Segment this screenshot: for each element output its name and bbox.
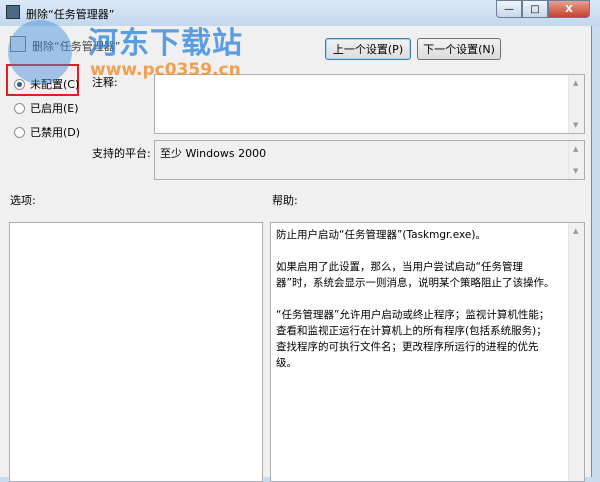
watermark-url: www.pc0359.cn — [90, 60, 241, 80]
platform-field: 至少 Windows 2000 ▲ ▼ — [154, 140, 585, 180]
scrollbar[interactable]: ▲ — [568, 223, 584, 481]
watermark-name: 河东下载站 — [88, 26, 243, 61]
radio-label: 已启用(E) — [30, 102, 79, 115]
minimize-button[interactable]: — — [496, 0, 522, 18]
policy-icon — [6, 5, 20, 19]
maximize-button[interactable]: □ — [522, 0, 548, 18]
scrollbar[interactable]: ▲ ▼ — [568, 141, 584, 179]
radio-enabled[interactable]: 已启用(E) — [14, 100, 79, 116]
dialog-body: 删除“任务管理器” 上一个设置(P) 下一个设置(N) 未配置(C) 已启用(E… — [0, 26, 592, 482]
radio-label: 已禁用(D) — [30, 126, 81, 139]
help-paragraph: 如果启用了此设置，那么，当用户尝试启动“任务管理器”时，系统会显示一则消息，说明… — [276, 261, 555, 289]
radio-disabled[interactable]: 已禁用(D) — [14, 124, 80, 140]
prev-setting-button[interactable]: 上一个设置(P) — [325, 38, 411, 60]
next-setting-button[interactable]: 下一个设置(N) — [417, 38, 501, 60]
help-label: 帮助: — [272, 194, 298, 207]
platform-label: 支持的平台: — [92, 147, 151, 160]
scrollbar[interactable]: ▲ ▼ — [568, 75, 584, 133]
options-label: 选项: — [10, 194, 36, 207]
comment-input[interactable]: ▲ ▼ — [154, 74, 585, 134]
help-paragraph: “任务管理器”允许用户启动或终止程序；监视计算机性能；查看和监视正运行在计算机上… — [276, 309, 550, 369]
options-panel — [9, 222, 263, 482]
platform-value: 至少 Windows 2000 — [160, 147, 267, 160]
close-button[interactable]: X — [548, 0, 590, 18]
help-panel: 防止用户启动“任务管理器”(Taskmgr.exe)。 如果启用了此设置，那么，… — [270, 222, 585, 482]
watermark-logo — [8, 20, 72, 84]
help-paragraph: 防止用户启动“任务管理器”(Taskmgr.exe)。 — [276, 229, 486, 241]
